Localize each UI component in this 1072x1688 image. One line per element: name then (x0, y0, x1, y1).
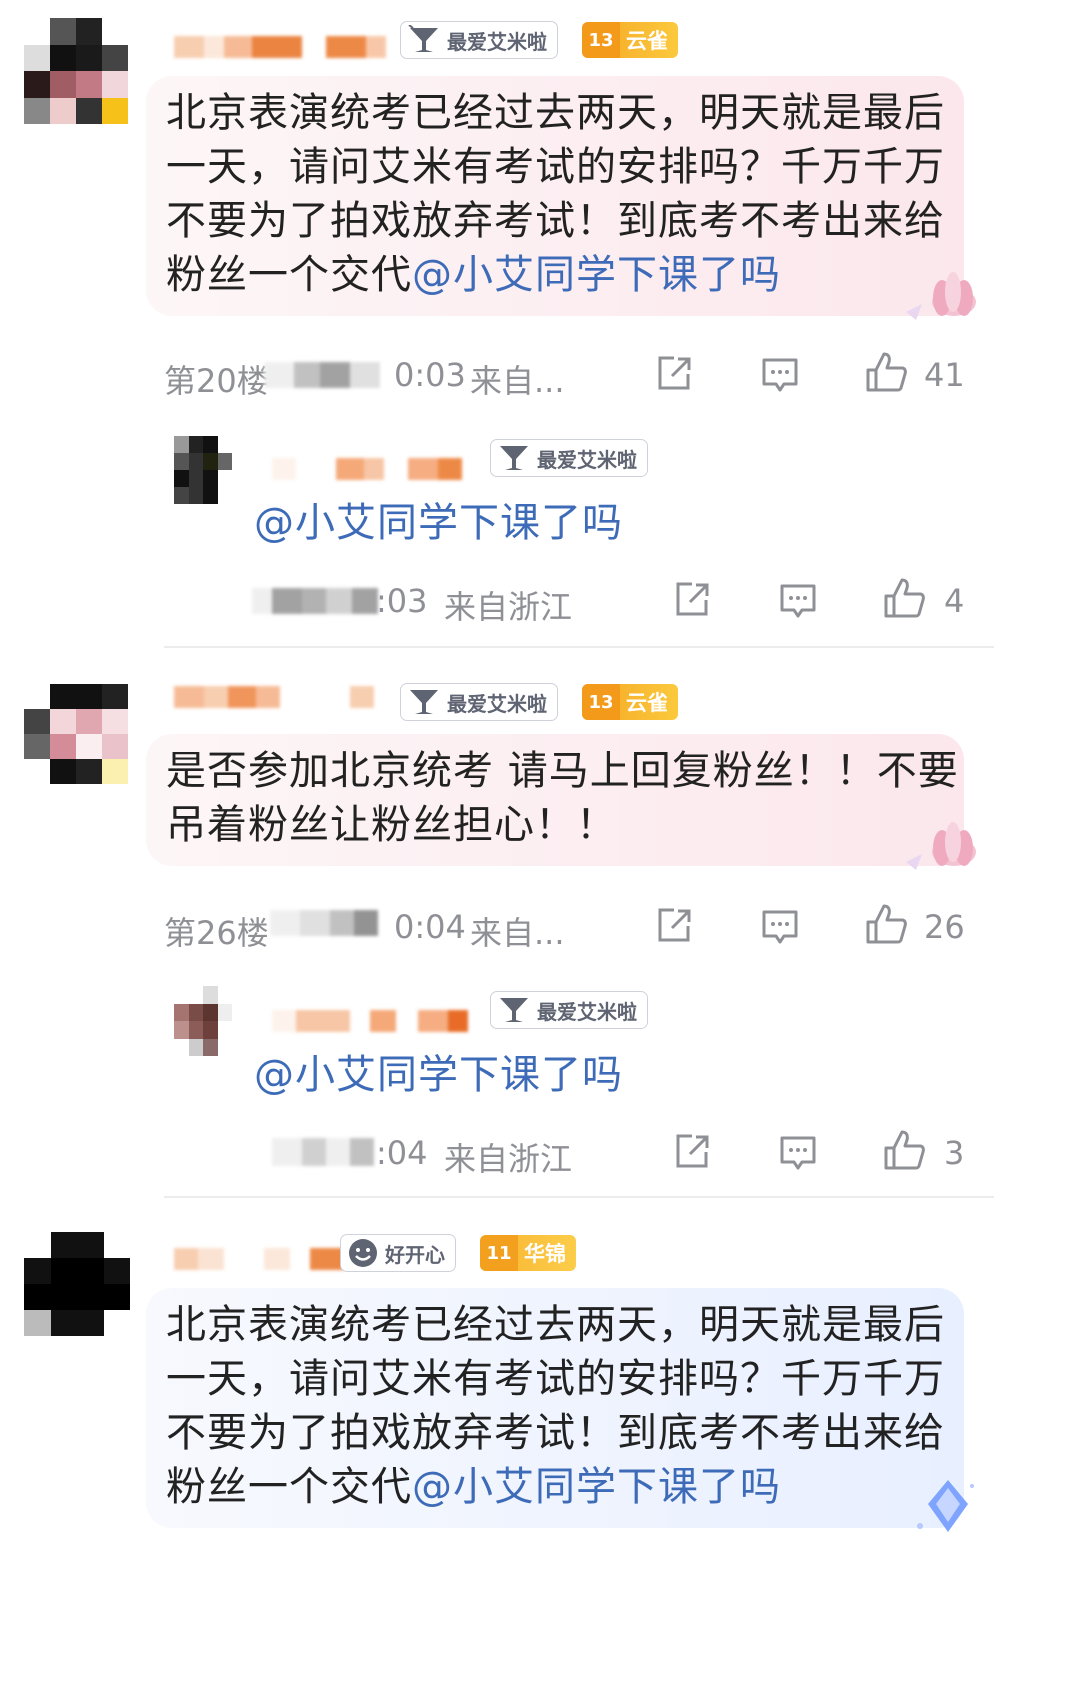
floor-label: 第20楼 (164, 362, 269, 400)
fan-badge[interactable]: 最爱艾米啦 (400, 683, 558, 721)
comment-icon[interactable] (778, 580, 818, 620)
share-icon[interactable] (654, 354, 694, 394)
like-icon[interactable] (882, 1128, 926, 1172)
level-name: 华锦 (524, 1242, 566, 1266)
location: 来自... (470, 914, 565, 952)
level-name: 云雀 (626, 691, 668, 715)
fan-badge-label: 好开心 (385, 1242, 445, 1267)
cup-icon (500, 446, 528, 470)
timestamp: 0:04 (394, 908, 466, 946)
avatar[interactable] (24, 684, 128, 784)
reply-username-blurred[interactable] (272, 458, 462, 480)
lotus-decoration-icon (906, 272, 976, 320)
reply-timestamp: :03 (376, 582, 428, 620)
fan-badge-label: 最爱艾米啦 (447, 691, 547, 716)
comment-icon[interactable] (760, 354, 800, 394)
reply-timestamp-blurred (252, 588, 378, 614)
level-number: 13 (582, 22, 620, 58)
fan-badge-label: 最爱艾米啦 (537, 999, 637, 1024)
timestamp-blurred (264, 362, 380, 388)
like-count: 3 (944, 1134, 965, 1172)
reply-text[interactable]: @小艾同学下课了吗 (254, 1048, 623, 1102)
smile-icon (349, 1239, 377, 1267)
mention-link[interactable]: @小艾同学下课了吗 (412, 1464, 781, 1510)
like-icon[interactable] (864, 350, 908, 394)
divider (164, 1196, 994, 1198)
mention-link[interactable]: @小艾同学下课了吗 (412, 252, 781, 298)
comment-bubble[interactable]: 北京表演统考已经过去两天，明天就是最后一天，请问艾米有考试的安排吗？千万千万不要… (146, 76, 976, 320)
username-blurred[interactable] (174, 1248, 344, 1270)
level-badge[interactable]: 13 云雀 (582, 684, 678, 720)
crystal-decoration-icon (917, 1480, 974, 1532)
share-icon[interactable] (672, 1132, 712, 1172)
reply-timestamp: :04 (376, 1134, 428, 1172)
fan-badge[interactable]: 好开心 (340, 1234, 456, 1272)
timestamp-blurred (270, 910, 378, 936)
location: 来自... (470, 362, 565, 400)
reply-username-blurred[interactable] (272, 1010, 468, 1032)
fan-badge[interactable]: 最爱艾米啦 (400, 21, 558, 59)
like-count: 4 (944, 582, 965, 620)
level-number: 13 (582, 684, 620, 720)
avatar[interactable] (24, 1232, 130, 1336)
level-badge[interactable]: 13 云雀 (582, 22, 678, 58)
reply-avatar[interactable] (174, 986, 232, 1056)
cup-icon (410, 690, 438, 714)
username-blurred[interactable] (174, 686, 374, 708)
like-count: 41 (924, 356, 965, 394)
timestamp: 0:03 (394, 356, 466, 394)
comment-text: 是否参加北京统考 请马上回复粉丝！！不要吊着粉丝让粉丝担心！！ (166, 748, 959, 848)
like-count: 26 (924, 908, 965, 946)
level-name: 云雀 (626, 29, 668, 53)
comment-icon[interactable] (778, 1132, 818, 1172)
cup-icon (408, 25, 438, 52)
reply-location: 来自浙江 (444, 1140, 573, 1178)
level-badge[interactable]: 11 华锦 (480, 1235, 576, 1271)
fan-badge-label: 最爱艾米啦 (447, 29, 547, 54)
comment-bubble[interactable]: 北京表演统考已经过去两天，明天就是最后一天，请问艾米有考试的安排吗？千万千万不要… (146, 1288, 974, 1532)
comment-bubble[interactable]: 是否参加北京统考 请马上回复粉丝！！不要吊着粉丝让粉丝担心！！ (146, 734, 976, 870)
reply-fan-badge[interactable]: 最爱艾米啦 (490, 439, 648, 477)
avatar[interactable] (24, 18, 128, 124)
reply-timestamp-blurred (272, 1138, 374, 1166)
fan-badge-label: 最爱艾米啦 (537, 447, 637, 472)
comment-icon[interactable] (760, 906, 800, 946)
reply-fan-badge[interactable]: 最爱艾米啦 (490, 991, 648, 1029)
floor-label: 第26楼 (164, 914, 269, 952)
share-icon[interactable] (654, 906, 694, 946)
share-icon[interactable] (672, 580, 712, 620)
reply-text[interactable]: @小艾同学下课了吗 (254, 496, 623, 550)
cup-icon (500, 998, 528, 1022)
like-icon[interactable] (864, 902, 908, 946)
divider (164, 646, 994, 648)
username-blurred[interactable] (174, 36, 386, 58)
level-number: 11 (480, 1235, 518, 1271)
reply-location: 来自浙江 (444, 588, 573, 626)
like-icon[interactable] (882, 576, 926, 620)
lotus-decoration-icon (906, 822, 976, 870)
reply-avatar[interactable] (174, 436, 232, 504)
